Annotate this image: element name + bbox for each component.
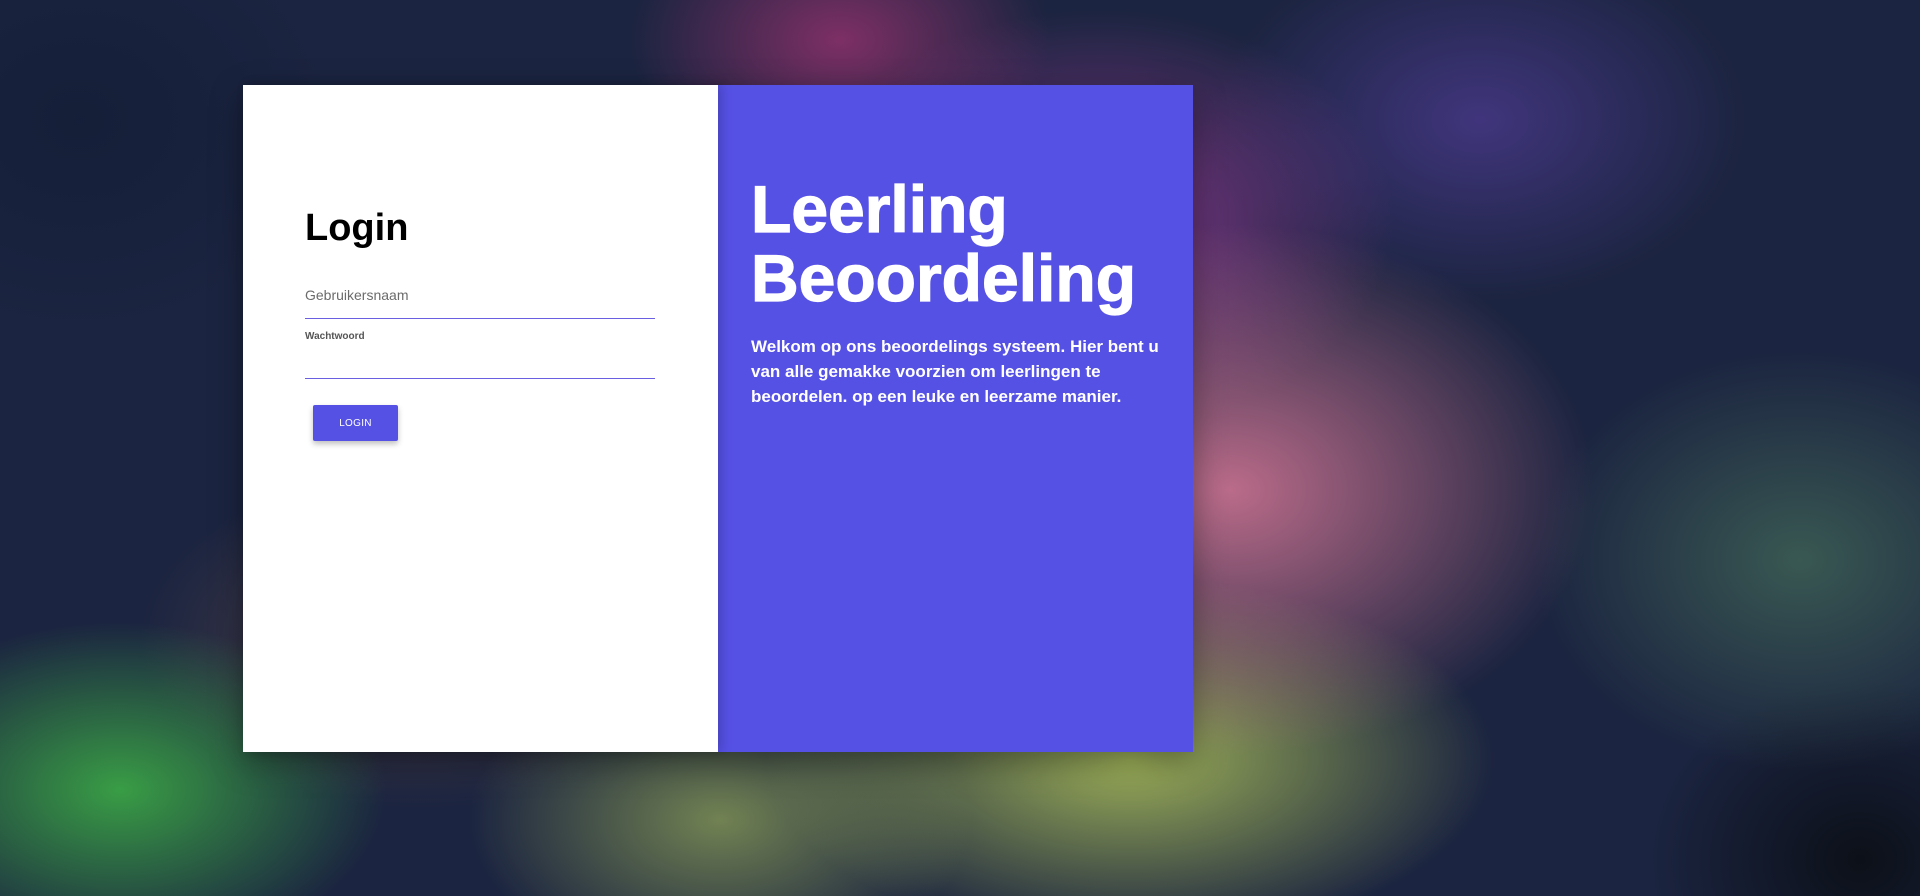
- username-placeholder: Gebruikersnaam: [305, 287, 409, 303]
- login-panel: Login Gebruikersnaam Wachtwoord LOGIN: [243, 85, 718, 752]
- welcome-text: Welkom op ons beoordelings systeem. Hier…: [751, 337, 1159, 406]
- username-field[interactable]: Gebruikersnaam: [305, 285, 655, 319]
- info-title-line2: Beoordeling: [750, 241, 1137, 315]
- info-title: Leerling Beoordeling: [750, 172, 1137, 315]
- login-card: Login Gebruikersnaam Wachtwoord LOGIN Le…: [243, 85, 1193, 752]
- password-label: Wachtwoord: [305, 331, 365, 342]
- info-panel: Leerling Beoordeling Welkom op ons beoor…: [718, 85, 1193, 752]
- login-title: Login: [305, 207, 409, 249]
- info-title-line1: Leerling: [750, 172, 1008, 246]
- login-button[interactable]: LOGIN: [313, 405, 398, 441]
- password-field[interactable]: Wachtwoord: [305, 331, 655, 379]
